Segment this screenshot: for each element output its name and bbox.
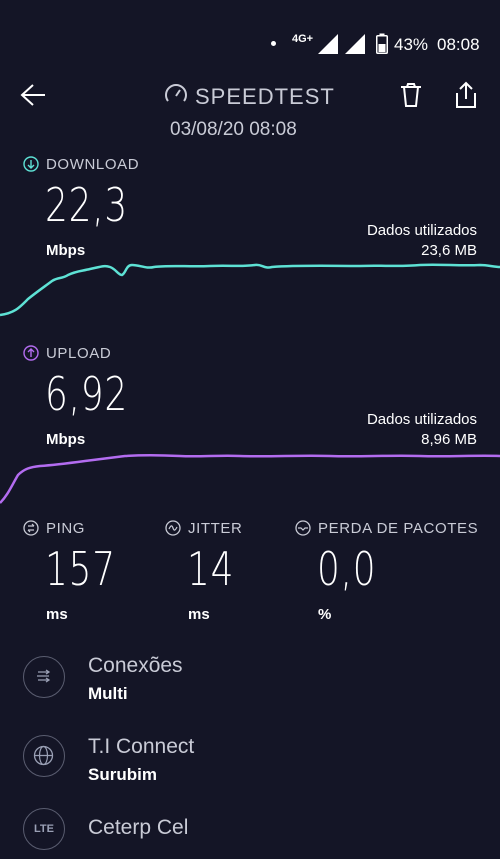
battery-icon — [376, 33, 388, 54]
packet-loss-unit: % — [318, 606, 332, 623]
download-label: DOWNLOAD — [46, 156, 140, 173]
packet-loss-label: PERDA DE PACOTES — [318, 520, 479, 537]
jitter-label: JITTER — [188, 520, 243, 537]
test-datetime: 03/08/20 08:08 — [170, 119, 297, 140]
upload-data-used-label: Dados utilizados — [366, 411, 477, 428]
jitter-icon — [165, 520, 181, 536]
upload-label: UPLOAD — [46, 345, 112, 362]
download-graph — [0, 263, 500, 317]
ping-icon — [23, 520, 39, 536]
download-value: 22,3 — [45, 178, 129, 232]
ping-value: 157 — [45, 542, 116, 596]
globe-icon — [23, 735, 65, 777]
connections-value: Multi — [88, 684, 128, 703]
download-data-used-label: Dados utilizados — [366, 222, 477, 239]
connections-icon — [23, 656, 65, 698]
trash-icon[interactable] — [398, 82, 424, 108]
speedometer-icon — [165, 84, 187, 102]
server-title: T.I Connect — [88, 735, 195, 758]
battery-level: 43% — [394, 35, 429, 54]
jitter-value: 14 — [187, 542, 235, 596]
signal-icon-2 — [345, 34, 365, 54]
packet-loss-icon — [295, 520, 311, 536]
ping-unit: ms — [46, 606, 68, 623]
upload-value: 6,92 — [45, 367, 129, 421]
network-type: 4G+ — [292, 33, 314, 45]
server-location: Surubim — [88, 765, 157, 784]
lte-icon-text: LTE — [34, 823, 54, 835]
share-icon[interactable] — [453, 81, 479, 109]
clock: 08:08 — [437, 35, 480, 54]
ping-label: PING — [46, 520, 86, 537]
signal-icon — [318, 34, 338, 54]
download-icon — [23, 156, 39, 172]
lte-icon: LTE — [23, 808, 65, 850]
back-arrow-icon[interactable] — [20, 83, 46, 107]
upload-icon — [23, 345, 39, 361]
jitter-unit: ms — [188, 606, 210, 623]
page-title: SPEEDTEST — [195, 84, 335, 109]
connections-title: Conexões — [88, 654, 183, 677]
notification-dot-icon — [271, 41, 276, 46]
provider-title: Ceterp Cel — [88, 816, 189, 839]
status-bar: 4G+ 43% 08:08 — [0, 0, 500, 70]
upload-graph — [0, 454, 500, 504]
packet-loss-value: 0,0 — [317, 542, 377, 596]
